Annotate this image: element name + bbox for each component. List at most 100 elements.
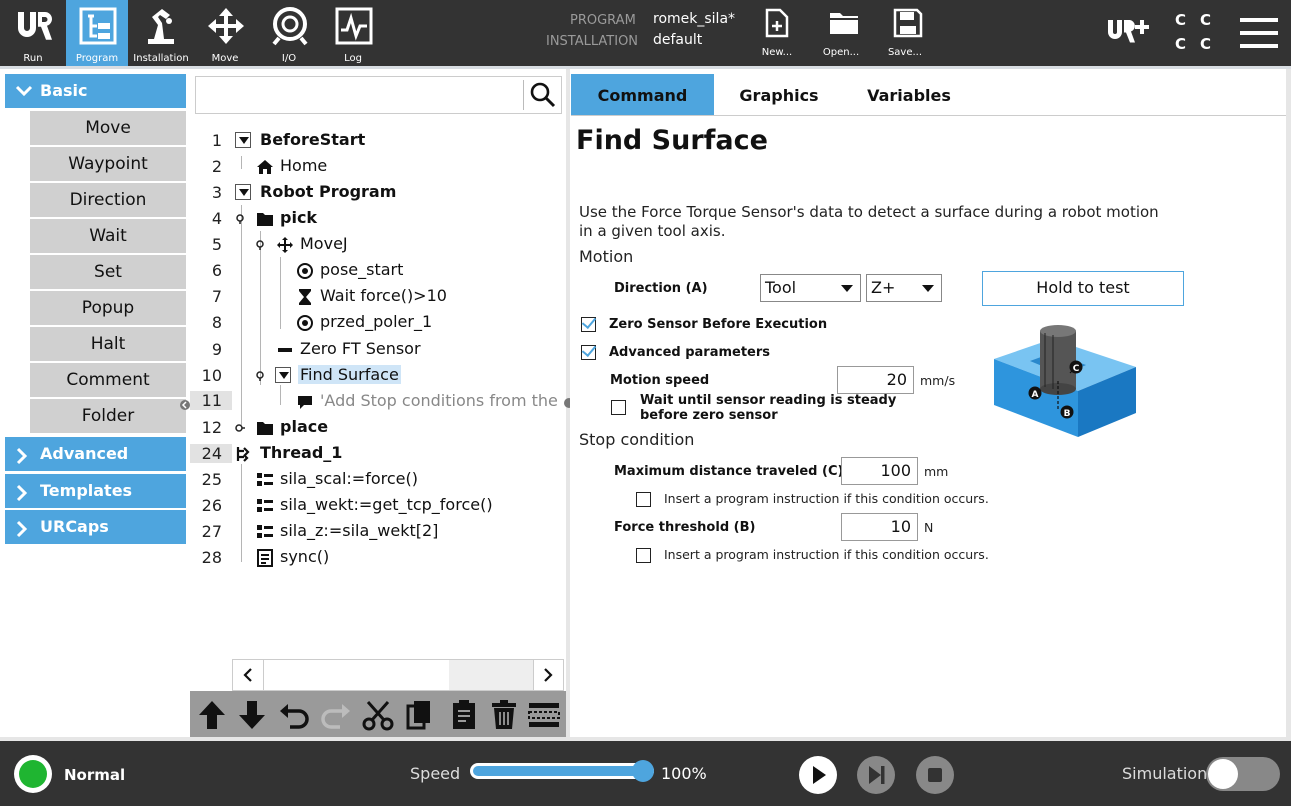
tree-node-pose-start[interactable]: pose_start <box>320 260 403 279</box>
force-threshold-insert-checkbox[interactable] <box>636 548 651 563</box>
category-urcaps[interactable]: URCaps <box>5 510 186 544</box>
category-urcaps-label: URCaps <box>40 517 109 536</box>
tree-node-comment[interactable]: 'Add Stop conditions from the <box>320 391 558 410</box>
hold-to-test-button[interactable]: Hold to test <box>982 271 1184 306</box>
max-distance-insert-checkbox[interactable] <box>636 492 651 507</box>
direction-frame-select[interactable]: Tool <box>760 274 861 302</box>
sidebar-item-move[interactable]: Move <box>30 111 186 145</box>
tree-guide <box>280 257 281 329</box>
wait-steady-checkbox[interactable] <box>611 400 626 415</box>
scroll-right-icon[interactable] <box>542 668 554 682</box>
program-tab[interactable]: Program <box>66 0 128 66</box>
breakpoint-pin-icon[interactable] <box>255 371 265 381</box>
simulation-toggle[interactable] <box>1206 757 1280 791</box>
tab-variables[interactable]: Variables <box>844 74 974 115</box>
undo-icon[interactable] <box>276 697 312 733</box>
breakpoint-pin-icon[interactable] <box>255 240 265 250</box>
open-button[interactable]: Open... <box>816 6 866 64</box>
motion-speed-input[interactable]: 20 <box>837 366 914 394</box>
tree-node-beforestart[interactable]: BeforeStart <box>260 130 365 149</box>
new-button[interactable]: New... <box>752 6 802 64</box>
delete-icon[interactable] <box>486 697 522 733</box>
sidebar-item-halt[interactable]: Halt <box>30 327 186 361</box>
sidebar-item-comment[interactable]: Comment <box>30 363 186 397</box>
tree-node-zero-ft-sensor[interactable]: Zero FT Sensor <box>300 339 421 358</box>
sidebar-item-wait[interactable]: Wait <box>30 219 186 253</box>
assignment-icon <box>257 499 273 512</box>
search-icon[interactable] <box>530 82 556 108</box>
save-button-label: Save... <box>887 47 923 58</box>
line-number: 6 <box>211 261 222 280</box>
tree-node-sync[interactable]: sync() <box>280 547 329 566</box>
paste-icon[interactable] <box>446 697 482 733</box>
line-number: 11 <box>190 391 232 410</box>
tree-node-pick[interactable]: pick <box>280 208 317 227</box>
speed-slider[interactable] <box>470 763 654 779</box>
advanced-parameters-checkbox[interactable] <box>581 345 596 360</box>
run-tab[interactable]: Run <box>2 0 64 66</box>
collapse-sidebar-handle-icon[interactable] <box>180 398 190 412</box>
tree-node-przed-poler[interactable]: przed_poler_1 <box>320 312 432 331</box>
tree-node-thread[interactable]: Thread_1 <box>260 443 342 462</box>
expand-toggle[interactable] <box>275 367 291 383</box>
sidebar-item-set[interactable]: Set <box>30 255 186 289</box>
io-tab[interactable]: I/O <box>258 0 320 66</box>
tab-command[interactable]: Command <box>571 74 714 115</box>
redo-icon[interactable] <box>318 697 354 733</box>
suppress-icon[interactable] <box>526 697 562 733</box>
label-c: C <box>1073 364 1080 374</box>
max-distance-input[interactable]: 100 <box>841 457 918 485</box>
tree-node-find-surface[interactable]: Find Surface <box>298 365 401 384</box>
tree-horizontal-scrollbar[interactable] <box>232 659 564 691</box>
tree-node-place[interactable]: place <box>280 417 328 436</box>
tree-node-sila-scal[interactable]: sila_scal:=force() <box>280 469 418 488</box>
collapsed-branch-icon[interactable] <box>235 423 245 433</box>
program-icon <box>79 7 117 45</box>
tree-node-sila-z[interactable]: sila_z:=sila_wekt[2] <box>280 521 438 540</box>
copy-icon[interactable] <box>402 697 438 733</box>
scroll-left-icon[interactable] <box>242 668 254 682</box>
line-number: 2 <box>211 157 222 176</box>
save-button[interactable]: Save... <box>880 6 930 64</box>
status-letter-4: C <box>1200 35 1212 53</box>
direction-axis-select[interactable]: Z+ <box>866 274 942 302</box>
robot-status-indicator-icon[interactable] <box>12 753 54 795</box>
expand-toggle[interactable] <box>235 184 251 200</box>
speed-slider-knob[interactable] <box>632 760 654 782</box>
hamburger-menu-icon[interactable] <box>1240 18 1278 48</box>
tree-node-movej[interactable]: MoveJ <box>300 234 348 253</box>
installation-tab[interactable]: Installation <box>130 0 192 66</box>
cut-icon[interactable] <box>360 697 396 733</box>
expand-toggle[interactable] <box>235 132 251 148</box>
category-advanced[interactable]: Advanced <box>5 437 186 471</box>
urplus-icon[interactable] <box>1106 16 1150 50</box>
tree-node-wait-force[interactable]: Wait force()>10 <box>320 286 447 305</box>
scrollbar-thumb[interactable] <box>449 660 534 690</box>
move-tab[interactable]: Move <box>194 0 256 66</box>
sidebar-item-folder[interactable]: Folder <box>30 399 186 433</box>
zero-sensor-checkbox[interactable] <box>581 317 596 332</box>
tree-search-input[interactable] <box>195 76 562 114</box>
move-down-icon[interactable] <box>234 697 270 733</box>
category-basic[interactable]: Basic <box>5 74 186 108</box>
sidebar-item-popup[interactable]: Popup <box>30 291 186 325</box>
force-threshold-input[interactable]: 10 <box>841 513 918 541</box>
stop-button[interactable] <box>915 755 955 795</box>
play-button[interactable] <box>798 755 838 795</box>
sidebar-item-waypoint[interactable]: Waypoint <box>30 147 186 181</box>
breakpoint-pin-icon[interactable] <box>235 214 245 224</box>
tree-node-sila-wekt[interactable]: sila_wekt:=get_tcp_force() <box>280 495 493 514</box>
tree-node-home[interactable]: Home <box>280 156 327 175</box>
label-a: A <box>1032 390 1039 400</box>
tab-graphics[interactable]: Graphics <box>714 74 844 115</box>
wait-steady-label-line-2: before zero sensor <box>640 408 778 423</box>
move-up-icon[interactable] <box>194 697 230 733</box>
tree-guide <box>260 231 261 385</box>
sidebar-item-direction[interactable]: Direction <box>30 183 186 217</box>
step-button[interactable] <box>856 755 896 795</box>
direction-frame-value: Tool <box>765 278 797 297</box>
category-templates[interactable]: Templates <box>5 474 186 508</box>
tree-node-robot-program[interactable]: Robot Program <box>260 182 396 201</box>
max-distance-label: Maximum distance traveled (C) <box>614 464 844 479</box>
log-tab[interactable]: Log <box>322 0 384 66</box>
